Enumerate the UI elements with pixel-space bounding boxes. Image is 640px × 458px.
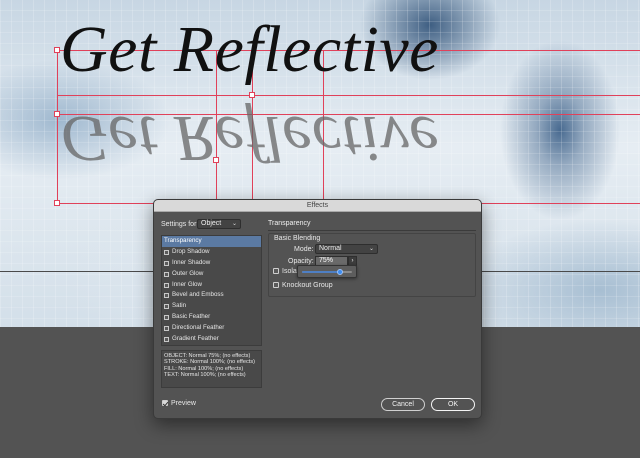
effects-list-item[interactable]: Outer Glow bbox=[162, 269, 261, 280]
frame-left-edge bbox=[57, 50, 58, 204]
effects-list-item[interactable]: Drop Shadow bbox=[162, 247, 261, 258]
text-frame-bottom-edge bbox=[57, 95, 640, 96]
knockout-group-checkbox[interactable] bbox=[273, 282, 279, 288]
chevron-right-icon: › bbox=[351, 258, 354, 264]
effect-checkbox[interactable] bbox=[164, 293, 169, 299]
headline-reflection[interactable]: Get Reflective bbox=[60, 98, 439, 178]
dialog-titlebar[interactable]: Effects bbox=[154, 200, 481, 212]
effects-summary: OBJECT: Normal 75%; (no effects) STROKE: … bbox=[161, 350, 262, 388]
preview-label: Preview bbox=[171, 400, 196, 407]
effects-list-item-label: Drop Shadow bbox=[172, 247, 210, 255]
mode-label: Mode: bbox=[294, 246, 314, 253]
isolate-blending-checkbox[interactable] bbox=[273, 268, 279, 274]
opacity-slider-knob[interactable] bbox=[336, 269, 343, 275]
opacity-slider-fill bbox=[302, 271, 340, 273]
effects-list-item[interactable]: Directional Feather bbox=[162, 323, 261, 334]
effect-checkbox[interactable] bbox=[164, 282, 169, 288]
opacity-slider-popup bbox=[297, 265, 357, 278]
effect-checkbox[interactable] bbox=[164, 271, 169, 277]
summary-line: STROKE: Normal 100%; (no effects) bbox=[164, 359, 255, 366]
mode-value: Normal bbox=[319, 245, 342, 252]
cancel-button[interactable]: Cancel bbox=[381, 398, 425, 411]
effects-dialog: Effects Settings for: Object ⌄ Transpare… bbox=[153, 199, 482, 419]
effects-list-item-label: Outer Glow bbox=[172, 269, 204, 277]
effects-list-item[interactable]: Gradient Feather bbox=[162, 334, 261, 345]
basic-blending-label: Basic Blending bbox=[274, 235, 321, 242]
effects-list-item-label: Basic Feather bbox=[172, 313, 211, 321]
settings-for-select[interactable]: Object ⌄ bbox=[197, 219, 241, 229]
effects-list-item[interactable]: Satin bbox=[162, 301, 261, 312]
effect-checkbox[interactable] bbox=[164, 260, 169, 266]
selection-handle[interactable] bbox=[54, 200, 60, 206]
effect-checkbox[interactable] bbox=[164, 304, 169, 310]
effects-list-item[interactable]: Inner Glow bbox=[162, 280, 261, 291]
section-title: Transparency bbox=[268, 220, 311, 227]
effects-list-item-label: Bevel and Emboss bbox=[172, 291, 224, 299]
effects-list-item-label: Gradient Feather bbox=[172, 335, 219, 343]
effect-checkbox[interactable] bbox=[164, 249, 169, 255]
summary-line: TEXT: Normal 100%; (no effects) bbox=[164, 372, 246, 379]
section-divider bbox=[268, 230, 476, 231]
effect-checkbox[interactable] bbox=[164, 315, 169, 321]
effects-list-item[interactable]: Basic Feather bbox=[162, 312, 261, 323]
mode-select[interactable]: Normal ⌄ bbox=[315, 244, 378, 254]
effect-checkbox[interactable] bbox=[164, 326, 169, 332]
chevron-down-icon: ⌄ bbox=[368, 246, 374, 252]
effects-list-item-label: Transparency bbox=[164, 237, 202, 244]
settings-for-value: Object bbox=[201, 220, 222, 227]
ok-button[interactable]: OK bbox=[431, 398, 475, 411]
effects-list-item-label: Inner Glow bbox=[172, 280, 202, 288]
effects-list: Transparency Drop Shadow Inner Shadow Outer… bbox=[161, 235, 262, 346]
headline-text[interactable]: Get Reflective bbox=[60, 10, 439, 90]
effects-list-item-label: Directional Feather bbox=[172, 324, 225, 332]
effects-list-item-label: Satin bbox=[172, 302, 187, 310]
opacity-slider-track[interactable] bbox=[302, 269, 352, 275]
preview-checkbox[interactable] bbox=[162, 400, 168, 406]
effects-list-item-label: Inner Shadow bbox=[172, 258, 211, 266]
chevron-down-icon: ⌄ bbox=[231, 221, 237, 227]
effect-checkbox[interactable] bbox=[164, 337, 169, 343]
effects-list-item[interactable]: Inner Shadow bbox=[162, 258, 261, 269]
effects-list-item[interactable]: Bevel and Emboss bbox=[162, 290, 261, 301]
settings-for-label: Settings for: bbox=[161, 221, 199, 228]
effects-list-item[interactable]: Transparency bbox=[162, 236, 261, 247]
knockout-group-label: Knockout Group bbox=[282, 282, 333, 289]
